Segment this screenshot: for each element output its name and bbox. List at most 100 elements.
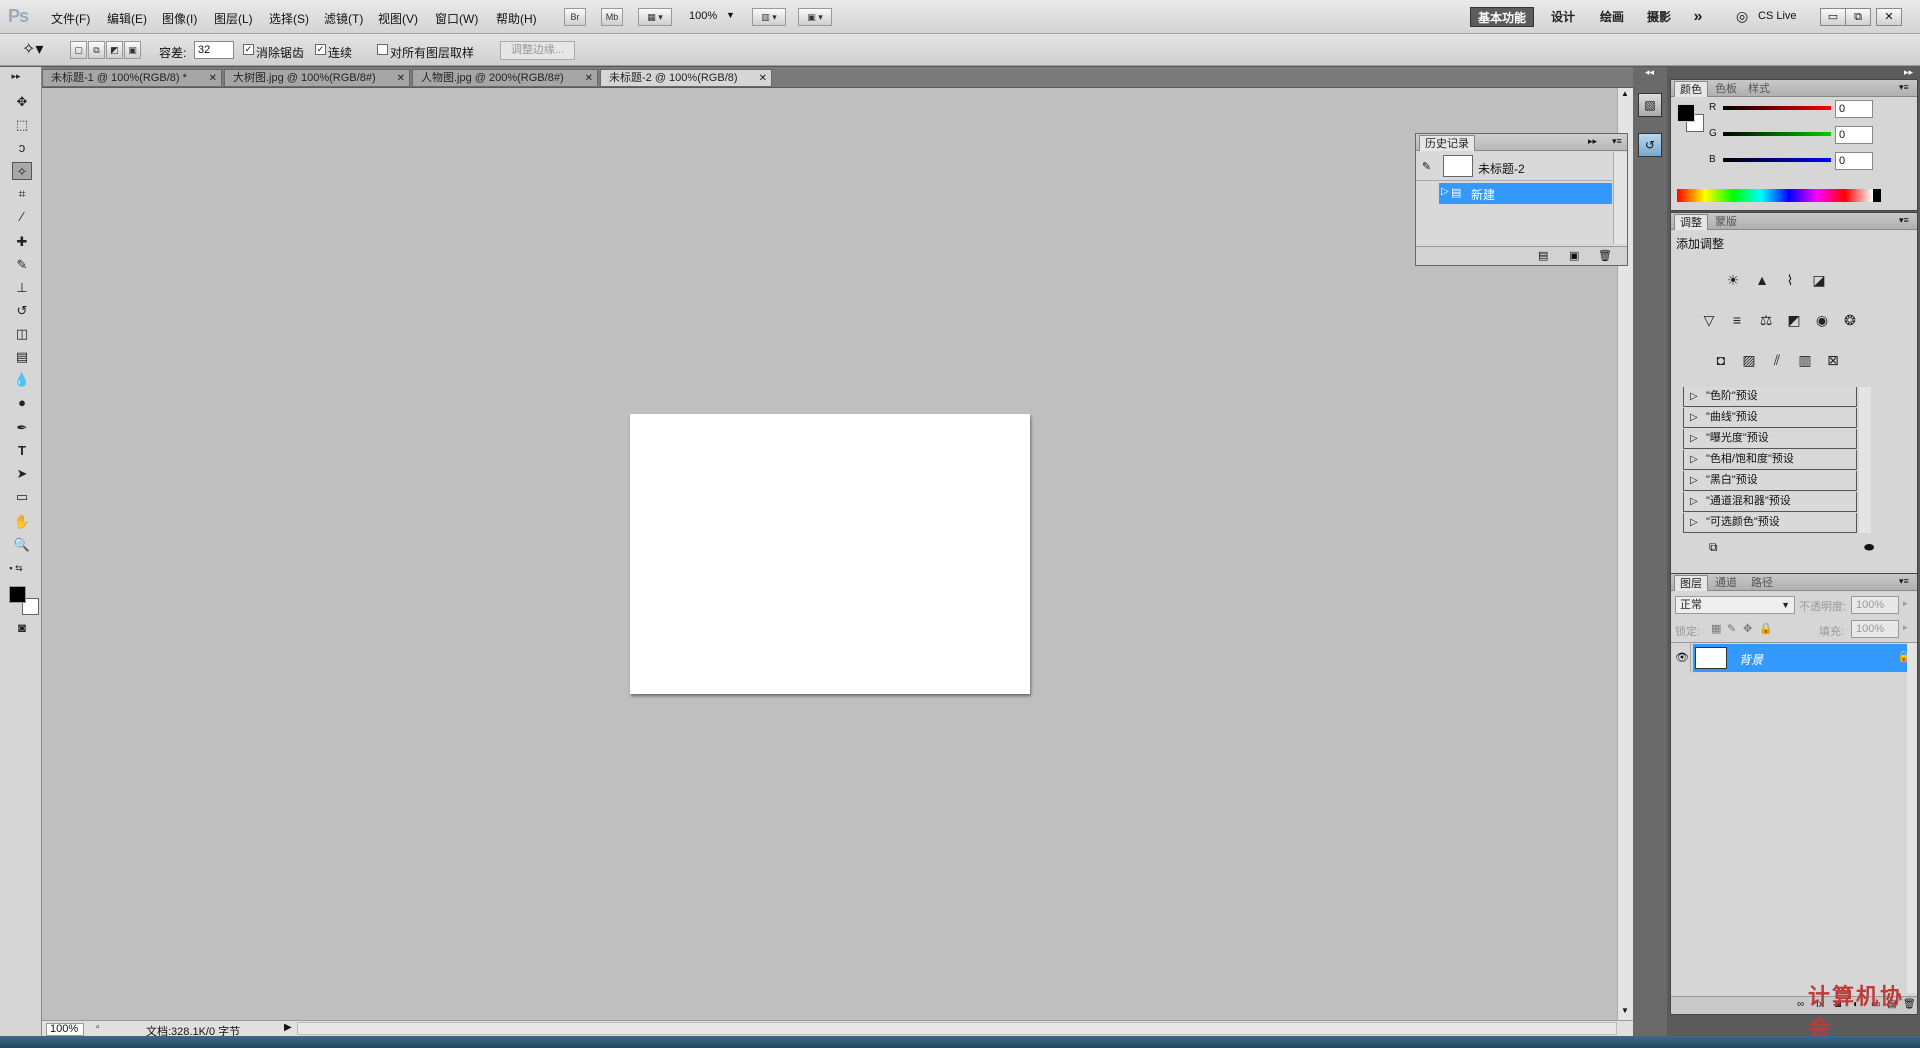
status-zoom[interactable]: 100%: [46, 1023, 84, 1036]
blue-slider[interactable]: [1723, 158, 1831, 162]
menu-filter[interactable]: 滤镜(T): [324, 10, 363, 27]
close-icon[interactable]: ✕: [585, 71, 593, 87]
scroll-up-icon[interactable]: ▲: [1621, 89, 1629, 98]
tab-layers[interactable]: 图层: [1674, 575, 1708, 591]
close-button[interactable]: ✕: [1876, 8, 1902, 26]
new-selection-icon[interactable]: ▢: [70, 41, 87, 59]
tolerance-input[interactable]: 32: [194, 41, 234, 59]
gradient-map-icon[interactable]: ▥: [1794, 349, 1816, 371]
menu-edit[interactable]: 编辑(E): [107, 10, 147, 27]
red-slider[interactable]: [1723, 106, 1831, 110]
menu-window[interactable]: 窗口(W): [435, 10, 478, 27]
lock-transparency-icon[interactable]: ▦: [1711, 622, 1721, 635]
menu-layer[interactable]: 图层(L): [214, 10, 253, 27]
fill-arrow-icon[interactable]: ▸: [1903, 622, 1908, 633]
panel-collapse-icon[interactable]: ▸▸: [1588, 136, 1597, 147]
vibrance-icon[interactable]: ▽: [1698, 309, 1720, 331]
lock-all-icon[interactable]: 🔒: [1759, 622, 1773, 635]
preset-curves[interactable]: ▷ "曲线"预设: [1683, 408, 1857, 428]
zoom-level[interactable]: 100%: [689, 10, 717, 22]
move-tool-icon[interactable]: ✥: [12, 93, 32, 111]
menu-image[interactable]: 图像(I): [162, 10, 197, 27]
preset-black-white[interactable]: ▷ "黑白"预设: [1683, 471, 1857, 491]
history-brush-source-icon[interactable]: ✎: [1422, 160, 1431, 173]
menu-file[interactable]: 文件(F): [51, 10, 90, 27]
exposure-icon[interactable]: ◪: [1808, 269, 1830, 291]
default-colors-icon[interactable]: ▪ ⇆: [6, 559, 26, 577]
history-item[interactable]: ▷ ▤ 新建: [1439, 183, 1612, 204]
tab-color[interactable]: 颜色: [1674, 81, 1708, 97]
tab-untitled-1[interactable]: 未标题-1 @ 100%(RGB/8) * ✕: [42, 69, 222, 87]
tab-tree[interactable]: 大树图.jpg @ 100%(RGB/8#) ✕: [224, 69, 410, 87]
panel-menu-icon[interactable]: ▾≡: [1899, 576, 1909, 587]
history-brush-tool-icon[interactable]: ↺: [12, 302, 32, 320]
color-spectrum-ramp[interactable]: [1677, 189, 1873, 202]
status-menu-arrow-icon[interactable]: ▶: [284, 1022, 292, 1033]
preset-channel-mixer[interactable]: ▷ "通道混和器"预设: [1683, 492, 1857, 512]
bridge-button[interactable]: Br: [564, 8, 586, 26]
workspace-design[interactable]: 设计: [1547, 7, 1579, 27]
close-icon[interactable]: ✕: [209, 71, 217, 87]
history-dock-icon[interactable]: ↺: [1638, 133, 1662, 157]
foreground-color-swatch[interactable]: [9, 586, 26, 603]
eye-icon[interactable]: 👁: [1675, 651, 1689, 664]
layers-scrollbar[interactable]: [1907, 643, 1917, 993]
minimize-button[interactable]: ▭: [1820, 8, 1846, 26]
green-value-input[interactable]: 0: [1835, 126, 1873, 144]
brush-tool-icon[interactable]: ✎: [12, 256, 32, 274]
lasso-tool-icon[interactable]: ↄ: [12, 139, 32, 157]
layer-visibility-cell[interactable]: 👁: [1671, 643, 1691, 673]
selective-color-icon[interactable]: ⊠: [1822, 349, 1844, 371]
quick-mask-icon[interactable]: ◙: [12, 619, 32, 637]
status-options-icon[interactable]: ▫: [96, 1022, 100, 1033]
channel-mixer-icon[interactable]: ❂: [1839, 309, 1861, 331]
lock-position-icon[interactable]: ✥: [1743, 622, 1752, 635]
eyedropper-tool-icon[interactable]: ⁄: [12, 208, 32, 226]
restore-button[interactable]: ⧉: [1845, 8, 1871, 26]
color-fg-swatch[interactable]: [1677, 104, 1695, 122]
photo-filter-icon[interactable]: ◉: [1811, 309, 1833, 331]
magic-wand-tool-icon[interactable]: ✧: [12, 162, 32, 180]
dock-expand-icon[interactable]: ◂◂: [1645, 67, 1654, 78]
opacity-input[interactable]: 100%: [1851, 596, 1899, 614]
collapse-tools-icon[interactable]: ▸▸: [6, 67, 26, 85]
contiguous-checkbox[interactable]: ✓: [315, 44, 326, 55]
trash-icon[interactable]: 🗑: [1598, 249, 1612, 262]
tab-history[interactable]: 历史记录: [1419, 135, 1475, 151]
workspace-more[interactable]: »: [1688, 7, 1708, 27]
tab-paths[interactable]: 路径: [1746, 575, 1778, 591]
opacity-arrow-icon[interactable]: ▸: [1903, 598, 1908, 609]
black-white-icon[interactable]: ◩: [1783, 309, 1805, 331]
workspace-photo[interactable]: 摄影: [1643, 7, 1675, 27]
tab-channels[interactable]: 通道: [1710, 575, 1742, 591]
menu-select[interactable]: 选择(S): [269, 10, 309, 27]
camera-icon[interactable]: ▣: [1569, 249, 1579, 262]
rectangle-tool-icon[interactable]: ▭: [12, 488, 32, 506]
brightness-icon[interactable]: ☀: [1722, 269, 1744, 291]
workspace-basic[interactable]: 基本功能: [1470, 7, 1534, 27]
curves-icon[interactable]: ⌇: [1779, 269, 1801, 291]
close-icon[interactable]: ✕: [759, 71, 767, 87]
intersect-selection-icon[interactable]: ▣: [124, 41, 141, 59]
hand-tool-icon[interactable]: ✋: [12, 513, 32, 531]
magic-wand-preset-icon[interactable]: ✧▾: [22, 39, 43, 59]
menu-view[interactable]: 视图(V): [378, 10, 418, 27]
eraser-tool-icon[interactable]: ◫: [12, 325, 32, 343]
antialias-checkbox[interactable]: ✓: [243, 44, 254, 55]
panel-menu-icon[interactable]: ▾≡: [1612, 136, 1622, 147]
tab-swatches[interactable]: 色板: [1710, 81, 1742, 97]
add-selection-icon[interactable]: ⧉: [88, 41, 105, 59]
preset-selective-color[interactable]: ▷ "可选颜色"预设: [1683, 513, 1857, 533]
color-black-white-swatch[interactable]: [1873, 189, 1881, 202]
invert-icon[interactable]: ◘: [1710, 349, 1732, 371]
posterize-icon[interactable]: ▨: [1738, 349, 1760, 371]
crop-tool-icon[interactable]: ⌗: [12, 185, 32, 203]
menu-help[interactable]: 帮助(H): [496, 10, 537, 27]
hue-saturation-icon[interactable]: ≡: [1726, 309, 1748, 331]
arrange-docs-button[interactable]: ▥ ▾: [752, 8, 786, 26]
layer-row-background[interactable]: 背景 🔒: [1693, 644, 1917, 672]
color-balance-icon[interactable]: ⚖: [1755, 309, 1777, 331]
zoom-tool-icon[interactable]: 🔍: [12, 536, 32, 554]
panel-menu-icon[interactable]: ▾≡: [1899, 215, 1909, 226]
type-tool-icon[interactable]: T: [12, 442, 32, 460]
